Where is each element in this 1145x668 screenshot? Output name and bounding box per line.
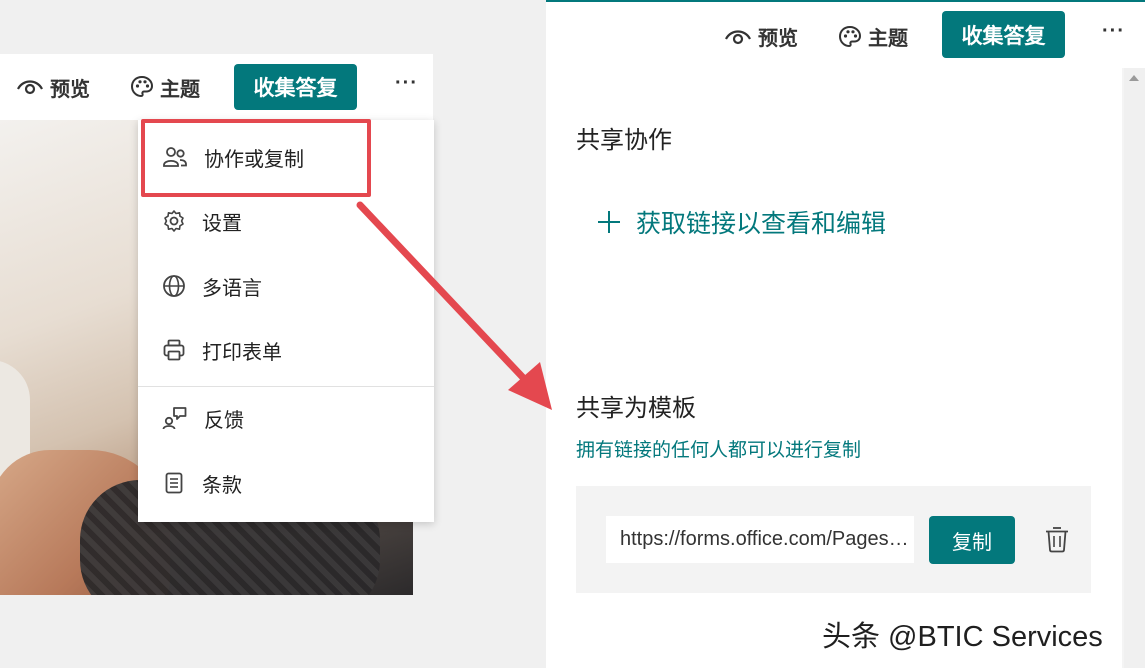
- scrollbar[interactable]: [1124, 68, 1145, 668]
- left-toolbar: 预览 主题 收集答复 ···: [0, 54, 433, 120]
- share-content: 共享协作 获取链接以查看和编辑 共享为模板 拥有链接的任何人都可以进行复制 ht…: [546, 68, 1122, 668]
- more-options-button[interactable]: ···: [395, 72, 418, 95]
- get-edit-link-label: 获取链接以查看和编辑: [636, 210, 887, 238]
- theme-button[interactable]: 主题: [130, 73, 200, 102]
- copy-link-button[interactable]: 复制: [929, 516, 1015, 564]
- watermark: 头条 @BTIC Services: [822, 621, 1103, 653]
- collect-responses-button[interactable]: 收集答复: [234, 64, 357, 110]
- palette-icon: [130, 75, 154, 98]
- menu-item-label: 多语言: [202, 277, 262, 300]
- document-icon: [165, 472, 183, 494]
- menu-item-label: 反馈: [204, 409, 244, 432]
- theme-label: 主题: [160, 78, 200, 101]
- share-collaborate-title: 共享协作: [576, 127, 672, 154]
- menu-item-terms[interactable]: 条款: [138, 451, 434, 515]
- template-link-field[interactable]: https://forms.office.com/Pages/ShareForm…: [606, 516, 914, 563]
- gear-icon: [164, 210, 184, 232]
- printer-icon: [163, 339, 185, 361]
- palette-icon: [838, 25, 862, 47]
- preview-label: 预览: [50, 78, 90, 101]
- get-edit-link-button[interactable]: 获取链接以查看和编辑: [596, 204, 886, 240]
- share-as-template-description: 拥有链接的任何人都可以进行复制: [576, 440, 862, 461]
- eye-icon: [725, 29, 751, 44]
- menu-item-label: 协作或复制: [204, 148, 304, 171]
- scroll-up-arrow-icon[interactable]: [1129, 75, 1139, 81]
- plus-icon: [598, 211, 620, 233]
- right-toolbar: 预览 主题 收集答复 ···: [546, 2, 1145, 68]
- menu-item-label: 条款: [202, 474, 242, 497]
- eye-icon: [17, 80, 43, 95]
- template-link-box: https://forms.office.com/Pages/ShareForm…: [576, 486, 1091, 593]
- menu-item-feedback[interactable]: 反馈: [138, 386, 434, 450]
- trash-icon[interactable]: [1044, 525, 1070, 553]
- feedback-icon: [162, 407, 187, 430]
- preview-label: 预览: [758, 28, 798, 50]
- globe-icon: [163, 275, 185, 297]
- more-options-button[interactable]: ···: [1102, 20, 1125, 43]
- preview-button[interactable]: 预览: [16, 73, 90, 102]
- collect-responses-button[interactable]: 收集答复: [942, 11, 1065, 58]
- menu-item-settings[interactable]: 设置: [138, 189, 434, 253]
- theme-label: 主题: [868, 28, 908, 50]
- preview-button[interactable]: 预览: [724, 22, 798, 51]
- menu-item-print-form[interactable]: 打印表单: [138, 318, 434, 382]
- share-panel: 预览 主题 收集答复 ··· 共享协作 获取链接以查看和编辑 共享为模板 拥有链…: [546, 0, 1145, 668]
- menu-item-label: 打印表单: [202, 341, 282, 364]
- more-options-menu: 协作或复制 设置 多语言 打印表单 反馈 条款: [138, 120, 434, 522]
- menu-item-collaborate-or-copy[interactable]: 协作或复制: [138, 125, 434, 189]
- menu-item-label: 设置: [202, 212, 242, 235]
- share-as-template-title: 共享为模板: [576, 395, 696, 422]
- theme-button[interactable]: 主题: [838, 22, 908, 51]
- people-icon: [163, 147, 187, 167]
- menu-item-multilingual[interactable]: 多语言: [138, 254, 434, 318]
